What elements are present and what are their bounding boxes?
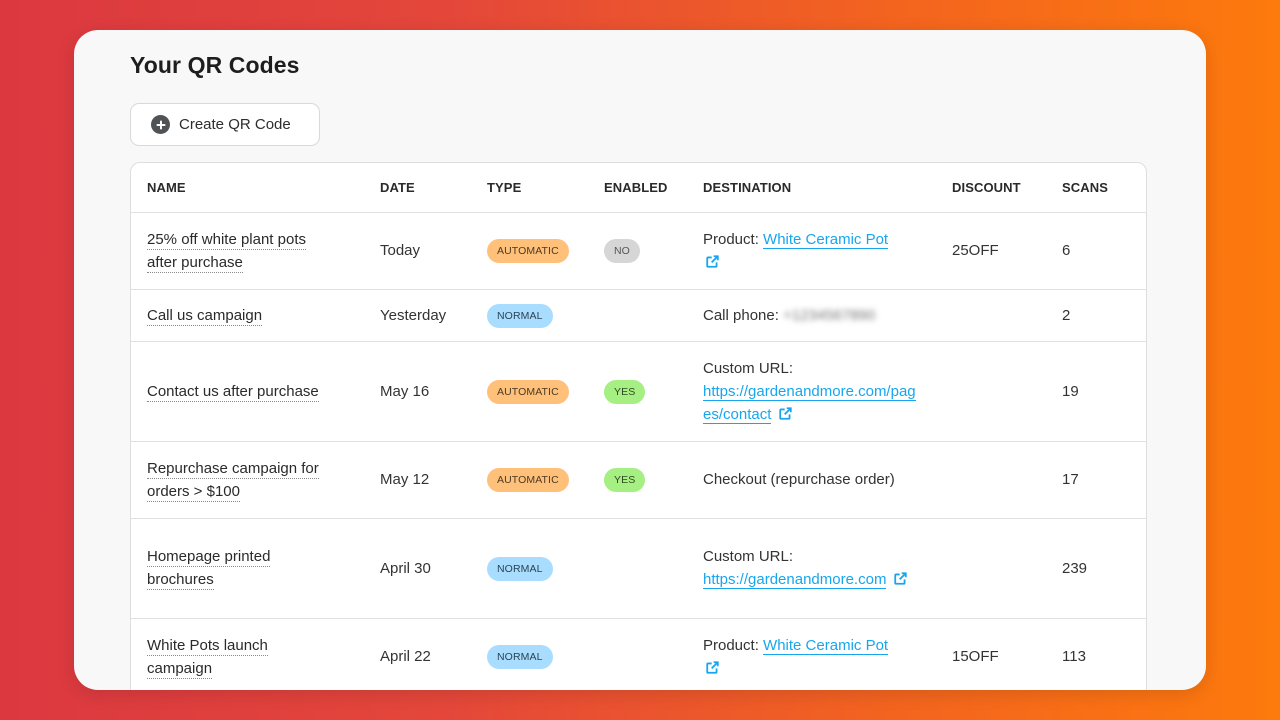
enabled-cell: NO [604,212,703,290]
enabled-cell [604,289,703,342]
discount-cell [952,441,1062,519]
name-cell: Repurchase campaign for orders > $100 [131,441,380,519]
column-header-type: TYPE [487,163,604,213]
discount-cell [952,518,1062,619]
scans-cell: 19 [1062,341,1146,442]
qr-code-name-link[interactable]: Call us campaign [147,306,263,326]
scans-cell: 6 [1062,212,1146,290]
type-badge: NORMAL [487,556,553,581]
date-cell: Today [380,212,487,290]
type-cell: NORMAL [487,518,604,619]
destination-link[interactable]: White Ceramic Pot [763,636,889,655]
create-qr-code-button[interactable]: Create QR Code [130,103,320,146]
discount-cell [952,289,1062,342]
table-header-row: NAME DATE TYPE ENABLED DESTINATION DISCO… [131,163,1146,213]
external-link-icon[interactable] [893,572,907,585]
destination-label: Custom URL: [703,548,794,565]
page-title: Your QR Codes [130,52,300,78]
date-cell: Yesterday [380,289,487,342]
name-cell: 25% off white plant pots after purchase [131,212,380,290]
column-header-destination: DESTINATION [703,163,952,213]
qr-code-name-link[interactable]: Homepage printed brochures [147,548,271,590]
scans-cell: 113 [1062,618,1146,690]
destination-link[interactable]: White Ceramic Pot [763,230,889,249]
qr-codes-card: Your QR Codes Create QR Code NAME DATE T… [74,30,1206,690]
destination-label: Product: [703,636,759,654]
destination-label: Custom URL: [703,359,794,377]
table-row: Homepage printed brochures April 30 NORM… [131,518,1146,619]
table-row: White Pots launch campaign April 22 NORM… [131,618,1146,690]
name-cell: Homepage printed brochures [131,518,380,619]
discount-cell: 25OFF [952,212,1062,290]
enabled-cell [604,518,703,619]
destination-link[interactable]: https://gardenandmore.com/pages/contact [703,382,916,424]
discount-cell: 15OFF [952,618,1062,690]
type-cell: AUTOMATIC [487,441,604,519]
type-cell: NORMAL [487,618,604,690]
destination-cell: Product: White Ceramic Pot [703,212,952,290]
qr-code-name-link[interactable]: Contact us after purchase [147,382,319,402]
table-row: 25% off white plant pots after purchase … [131,212,1146,290]
name-cell: Call us campaign [131,289,380,342]
discount-cell [952,341,1062,442]
type-cell: NORMAL [487,289,604,342]
destination-label: Product: [703,230,759,248]
external-link-icon[interactable] [706,660,719,674]
date-cell: May 12 [380,441,487,519]
create-qr-code-label: Create QR Code [179,116,291,133]
date-cell: April 30 [380,518,487,619]
enabled-cell: YES [604,341,703,442]
enabled-cell [604,618,703,690]
name-cell: Contact us after purchase [131,341,380,442]
scans-cell: 239 [1062,518,1146,619]
name-cell: White Pots launch campaign [131,618,380,690]
qr-code-name-link[interactable]: White Pots launch campaign [147,636,268,679]
destination-cell: Call phone: +1234567890 [703,289,952,342]
column-header-enabled: ENABLED [604,163,703,213]
destination-label: Checkout (repurchase order) [703,471,895,488]
plus-circle-icon [151,115,170,134]
date-cell: April 22 [380,618,487,690]
external-link-icon[interactable] [778,406,792,420]
enabled-badge: YES [604,468,646,492]
type-cell: AUTOMATIC [487,212,604,290]
destination-cell: Checkout (repurchase order) [703,441,952,519]
table-row: Repurchase campaign for orders > $100 Ma… [131,441,1146,519]
column-header-name: NAME [131,163,380,213]
type-badge: NORMAL [487,303,553,328]
table-row: Call us campaign Yesterday NORMAL Call p… [131,289,1146,342]
destination-label: Call phone: [703,306,779,324]
external-link-icon[interactable] [706,254,719,268]
column-header-scans: SCANS [1062,163,1146,213]
destination-link[interactable]: https://gardenandmore.com [703,571,887,589]
qr-code-name-link[interactable]: 25% off white plant pots after purchase [147,230,306,273]
blurred-phone-number: +1234567890 [783,306,876,324]
type-badge: AUTOMATIC [487,239,569,263]
type-badge: AUTOMATIC [487,468,569,492]
destination-cell: Product: White Ceramic Pot [703,618,952,690]
type-badge: AUTOMATIC [487,379,569,404]
qr-codes-table: NAME DATE TYPE ENABLED DESTINATION DISCO… [130,162,1147,690]
scans-cell: 17 [1062,441,1146,519]
table-row: Contact us after purchase May 16 AUTOMAT… [131,341,1146,442]
column-header-date: DATE [380,163,487,213]
enabled-badge: YES [604,379,646,404]
date-cell: May 16 [380,341,487,442]
qr-code-name-link[interactable]: Repurchase campaign for orders > $100 [147,459,319,502]
column-header-discount: DISCOUNT [952,163,1062,213]
destination-cell: Custom URL: https://gardenandmore.com/pa… [703,341,952,442]
scans-cell: 2 [1062,289,1146,342]
enabled-badge: NO [604,239,640,263]
type-cell: AUTOMATIC [487,341,604,442]
type-badge: NORMAL [487,645,553,669]
enabled-cell: YES [604,441,703,519]
destination-cell: Custom URL: https://gardenandmore.com [703,518,952,619]
